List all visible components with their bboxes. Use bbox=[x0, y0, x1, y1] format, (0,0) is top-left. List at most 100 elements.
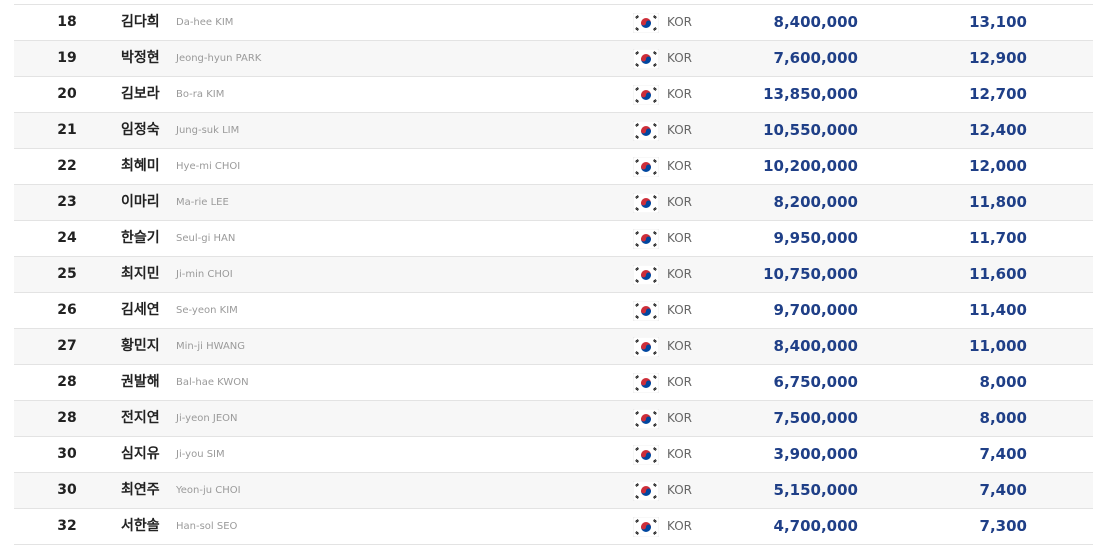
table-row[interactable]: 20 김보라 Bo-ra KIM KOR 13,850,000 12,700 bbox=[14, 77, 1093, 113]
table-row[interactable]: 30 심지유 Ji-you SIM KOR 3,900,000 7,400 bbox=[14, 437, 1093, 473]
rank-cell: 26 bbox=[57, 302, 77, 318]
country-code: KOR bbox=[667, 159, 692, 173]
player-name-korean[interactable]: 임정숙 bbox=[121, 113, 160, 148]
points-cell: 11,800 bbox=[969, 193, 1027, 211]
table-row[interactable]: 18 김다희 Da-hee KIM KOR 8,400,000 13,100 bbox=[14, 5, 1093, 41]
rank-cell: 18 bbox=[57, 14, 77, 30]
player-name-korean[interactable]: 김세연 bbox=[121, 293, 160, 328]
country-code: KOR bbox=[667, 411, 692, 425]
korea-flag-icon bbox=[633, 229, 659, 249]
player-name-korean[interactable]: 최지민 bbox=[121, 257, 160, 292]
rank-cell: 28 bbox=[57, 410, 77, 426]
rank-cell: 30 bbox=[57, 446, 77, 462]
player-name-english: Da-hee KIM bbox=[176, 17, 234, 28]
player-name-english: Bo-ra KIM bbox=[176, 89, 225, 100]
player-name-korean[interactable]: 한슬기 bbox=[121, 221, 160, 256]
prize-money-cell: 10,750,000 bbox=[763, 265, 858, 283]
table-row[interactable]: 19 박정현 Jeong-hyun PARK KOR 7,600,000 12,900 bbox=[14, 41, 1093, 77]
table-row[interactable]: 25 최지민 Ji-min CHOI KOR 10,750,000 11,600 bbox=[14, 257, 1093, 293]
korea-flag-icon bbox=[633, 337, 659, 357]
country-code: KOR bbox=[667, 519, 692, 533]
korea-flag-icon bbox=[633, 85, 659, 105]
rank-cell: 30 bbox=[57, 482, 77, 498]
country-code: KOR bbox=[667, 303, 692, 317]
player-name-english: Han-sol SEO bbox=[176, 521, 238, 532]
prize-money-cell: 8,400,000 bbox=[773, 337, 858, 355]
korea-flag-icon bbox=[633, 49, 659, 69]
rank-cell: 23 bbox=[57, 194, 77, 210]
points-cell: 11,600 bbox=[969, 265, 1027, 283]
player-name-korean[interactable]: 황민지 bbox=[121, 329, 160, 364]
prize-money-cell: 8,200,000 bbox=[773, 193, 858, 211]
player-name-english: Jeong-hyun PARK bbox=[176, 53, 262, 64]
player-name-english: Bal-hae KWON bbox=[176, 377, 249, 388]
table-row[interactable]: 26 김세연 Se-yeon KIM KOR 9,700,000 11,400 bbox=[14, 293, 1093, 329]
prize-money-cell: 10,550,000 bbox=[763, 121, 858, 139]
table-row[interactable]: 27 황민지 Min-ji HWANG KOR 8,400,000 11,000 bbox=[14, 329, 1093, 365]
country-code: KOR bbox=[667, 123, 692, 137]
country-code: KOR bbox=[667, 195, 692, 209]
prize-money-cell: 13,850,000 bbox=[763, 85, 858, 103]
points-cell: 7,400 bbox=[979, 481, 1027, 499]
table-row[interactable]: 32 서한솔 Han-sol SEO KOR 4,700,000 7,300 bbox=[14, 509, 1093, 545]
points-cell: 12,700 bbox=[969, 85, 1027, 103]
table-row[interactable]: 23 이마리 Ma-rie LEE KOR 8,200,000 11,800 bbox=[14, 185, 1093, 221]
player-name-english: Ji-you SIM bbox=[176, 449, 225, 460]
points-cell: 7,400 bbox=[979, 445, 1027, 463]
points-cell: 12,400 bbox=[969, 121, 1027, 139]
korea-flag-icon bbox=[633, 301, 659, 321]
table-row[interactable]: 28 권발해 Bal-hae KWON KOR 6,750,000 8,000 bbox=[14, 365, 1093, 401]
country-code: KOR bbox=[667, 15, 692, 29]
player-name-korean[interactable]: 김보라 bbox=[121, 77, 160, 112]
player-name-korean[interactable]: 박정현 bbox=[121, 41, 160, 76]
prize-money-cell: 10,200,000 bbox=[763, 157, 858, 175]
korea-flag-icon bbox=[633, 121, 659, 141]
table-row[interactable]: 28 전지연 Ji-yeon JEON KOR 7,500,000 8,000 bbox=[14, 401, 1093, 437]
prize-money-cell: 9,700,000 bbox=[773, 301, 858, 319]
rank-cell: 28 bbox=[57, 374, 77, 390]
player-name-korean[interactable]: 최연주 bbox=[121, 473, 160, 508]
points-cell: 11,700 bbox=[969, 229, 1027, 247]
rank-cell: 19 bbox=[57, 50, 77, 66]
player-name-english: Ma-rie LEE bbox=[176, 197, 229, 208]
prize-money-cell: 8,400,000 bbox=[773, 13, 858, 31]
points-cell: 7,300 bbox=[979, 517, 1027, 535]
points-cell: 8,000 bbox=[979, 373, 1027, 391]
korea-flag-icon bbox=[633, 13, 659, 33]
player-name-english: Min-ji HWANG bbox=[176, 341, 246, 352]
player-name-korean[interactable]: 김다희 bbox=[121, 5, 160, 40]
prize-money-cell: 7,500,000 bbox=[773, 409, 858, 427]
player-name-english: Se-yeon KIM bbox=[176, 305, 238, 316]
table-row[interactable]: 21 임정숙 Jung-suk LIM KOR 10,550,000 12,400 bbox=[14, 113, 1093, 149]
country-code: KOR bbox=[667, 375, 692, 389]
korea-flag-icon bbox=[633, 265, 659, 285]
rank-cell: 21 bbox=[57, 122, 77, 138]
korea-flag-icon bbox=[633, 481, 659, 501]
player-name-english: Ji-min CHOI bbox=[176, 269, 233, 280]
points-cell: 13,100 bbox=[969, 13, 1027, 31]
player-name-korean[interactable]: 서한솔 bbox=[121, 509, 160, 544]
country-code: KOR bbox=[667, 483, 692, 497]
table-row[interactable]: 22 최혜미 Hye-mi CHOI KOR 10,200,000 12,000 bbox=[14, 149, 1093, 185]
korea-flag-icon bbox=[633, 373, 659, 393]
korea-flag-icon bbox=[633, 157, 659, 177]
table-row[interactable]: 30 최연주 Yeon-ju CHOI KOR 5,150,000 7,400 bbox=[14, 473, 1093, 509]
rank-cell: 20 bbox=[57, 86, 77, 102]
korea-flag-icon bbox=[633, 517, 659, 537]
prize-money-cell: 6,750,000 bbox=[773, 373, 858, 391]
rank-cell: 32 bbox=[57, 518, 77, 534]
prize-money-cell: 7,600,000 bbox=[773, 49, 858, 67]
ranking-table: 18 김다희 Da-hee KIM KOR 8,400,000 13,100 19 박정현 Je… bbox=[14, 4, 1093, 545]
player-name-korean[interactable]: 권발해 bbox=[121, 365, 160, 400]
player-name-korean[interactable]: 전지연 bbox=[121, 401, 160, 436]
prize-money-cell: 3,900,000 bbox=[773, 445, 858, 463]
prize-money-cell: 4,700,000 bbox=[773, 517, 858, 535]
player-name-english: Hye-mi CHOI bbox=[176, 161, 241, 172]
player-name-korean[interactable]: 최혜미 bbox=[121, 149, 160, 184]
rank-cell: 24 bbox=[57, 230, 77, 246]
player-name-korean[interactable]: 심지유 bbox=[121, 437, 160, 472]
country-code: KOR bbox=[667, 447, 692, 461]
country-code: KOR bbox=[667, 231, 692, 245]
player-name-korean[interactable]: 이마리 bbox=[121, 185, 160, 220]
table-row[interactable]: 24 한슬기 Seul-gi HAN KOR 9,950,000 11,700 bbox=[14, 221, 1093, 257]
